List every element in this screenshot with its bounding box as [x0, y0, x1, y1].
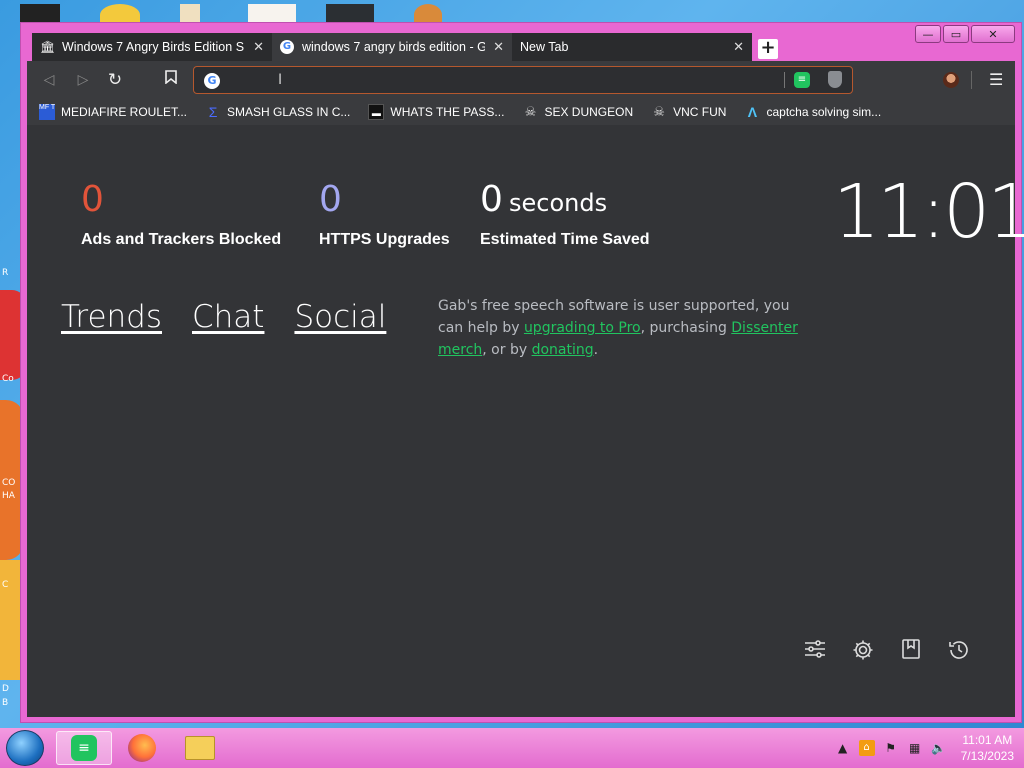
reload-icon[interactable]: ↻	[105, 70, 125, 90]
bank-icon: 🏛	[40, 40, 56, 54]
desktop-icon-label: HA	[2, 491, 15, 501]
desktop-icon-label: C	[2, 580, 9, 590]
sliders-icon[interactable]	[802, 639, 828, 665]
gear-icon[interactable]	[850, 639, 876, 665]
tray-clock[interactable]: 11:01 AM 7/13/2023	[961, 732, 1014, 764]
bookmark-label: VNC FUN	[673, 105, 727, 119]
time-saved-label: Estimated Time Saved	[480, 231, 650, 248]
bookmark-label: captcha solving sim...	[766, 105, 882, 119]
taskbar: ≡ ▲ ⌂ ⚑ ▦ 🔈 11:01 AM 7/13/2023	[0, 728, 1024, 768]
close-window-button[interactable]: ✕	[971, 25, 1015, 43]
tray-time: 11:01 AM	[962, 733, 1013, 747]
tab-strip: 🏛 Windows 7 Angry Birds Edition SP ✕ G w…	[32, 33, 752, 61]
text-cursor-icon: I	[278, 72, 283, 88]
https-upgrades-count: 0	[319, 179, 342, 220]
support-notice: Gab's free speech software is user suppo…	[438, 295, 798, 361]
skull-icon: ☠	[524, 104, 537, 119]
tab-close-icon[interactable]: ✕	[253, 40, 264, 55]
notice-text: , or by	[482, 342, 532, 358]
chat-link[interactable]: Chat	[192, 299, 264, 335]
toolbar: ◁ ▷ ↻ G I ≡ ☰	[27, 61, 1015, 99]
desktop-icon-label: Co	[2, 374, 14, 384]
trends-link[interactable]: Trends	[61, 299, 162, 335]
smash-icon: Σ	[208, 104, 218, 120]
ads-blocked-count: 0	[81, 179, 104, 220]
back-icon[interactable]: ◁	[39, 70, 59, 90]
https-upgrades-label: HTTPS Upgrades	[319, 231, 450, 248]
desktop-icon-label: R	[2, 268, 9, 278]
taskbar-firefox[interactable]	[114, 731, 170, 765]
time-saved-count: 0	[480, 179, 503, 220]
menu-icon[interactable]: ☰	[989, 70, 1003, 89]
shield-icon[interactable]	[828, 71, 842, 88]
tab-google-search[interactable]: G windows 7 angry birds edition - Go ✕	[272, 33, 512, 61]
volume-icon[interactable]: 🔈	[931, 740, 947, 756]
forward-icon[interactable]: ▷	[73, 70, 93, 90]
minimize-button[interactable]: —	[915, 25, 941, 43]
top-links: Trends Chat Social	[61, 299, 386, 335]
firefox-icon	[128, 734, 156, 762]
tab-title: windows 7 angry birds edition - Go	[302, 40, 486, 54]
bookmark-page-icon[interactable]	[161, 70, 181, 90]
bookmark-label: MEDIAFIRE ROULET...	[61, 105, 188, 119]
donate-link[interactable]: donating	[532, 342, 594, 358]
bookmark-captcha[interactable]: Λ captcha solving sim...	[744, 104, 881, 120]
taskbar-dissenter[interactable]: ≡	[56, 731, 112, 765]
notice-text: , purchasing	[640, 320, 732, 336]
window-controls: — ▭ ✕	[915, 25, 1015, 43]
bookmark-dungeon[interactable]: ☠ SEX DUNGEON	[522, 104, 634, 120]
mediafire-icon: MF T	[39, 104, 55, 120]
clock: 11:01	[833, 169, 1024, 255]
bookmark-mediafire[interactable]: MF T MEDIAFIRE ROULET...	[39, 104, 187, 120]
tray-expand-icon[interactable]: ▲	[835, 740, 851, 756]
bookmark-smash-glass[interactable]: Σ SMASH GLASS IN C...	[205, 104, 351, 120]
bookmark-label: SMASH GLASS IN C...	[227, 105, 351, 119]
tray-app-icon[interactable]: ⌂	[858, 740, 875, 756]
tab-title: New Tab	[520, 40, 569, 54]
network-icon[interactable]: ▦	[907, 740, 923, 756]
flag-icon[interactable]: ⚑	[883, 740, 899, 756]
taskbar-explorer[interactable]	[172, 731, 228, 765]
password-icon: ▬	[368, 104, 385, 120]
tab-new-tab[interactable]: New Tab ✕	[512, 33, 752, 61]
new-tab-page: 0 Ads and Trackers Blocked 0 HTTPS Upgra…	[27, 125, 1024, 717]
bookmark-label: WHATS THE PASS...	[390, 105, 505, 119]
google-icon: G	[280, 40, 294, 54]
bookmark-label: SEX DUNGEON	[544, 105, 634, 119]
browser-window: — ▭ ✕ 🏛 Windows 7 Angry Birds Edition SP…	[20, 22, 1024, 723]
new-tab-button[interactable]: +	[758, 39, 778, 59]
dissenter-icon: ≡	[71, 735, 97, 761]
page-footer-controls	[802, 639, 972, 665]
profile-avatar[interactable]	[943, 72, 959, 88]
captcha-icon: Λ	[747, 104, 758, 120]
desktop-icon-label: D	[2, 684, 9, 694]
bookmarks-icon[interactable]	[898, 639, 924, 665]
tab-angry-birds[interactable]: 🏛 Windows 7 Angry Birds Edition SP ✕	[32, 33, 272, 61]
dissenter-extension-icon[interactable]: ≡	[794, 72, 810, 88]
notice-text: .	[593, 342, 599, 358]
divider	[784, 72, 785, 88]
start-button[interactable]	[6, 730, 44, 766]
tab-close-icon[interactable]: ✕	[733, 40, 744, 55]
desktop-icon-label: B	[2, 698, 9, 708]
ads-blocked-label: Ads and Trackers Blocked	[81, 231, 282, 248]
divider	[971, 71, 972, 89]
maximize-button[interactable]: ▭	[943, 25, 969, 43]
social-link[interactable]: Social	[294, 299, 386, 335]
system-tray: ▲ ⌂ ⚑ ▦ 🔈 11:01 AM 7/13/2023	[835, 732, 1014, 764]
bookmark-vnc-fun[interactable]: ☠ VNC FUN	[651, 104, 726, 120]
tray-date: 7/13/2023	[960, 749, 1014, 763]
time-saved-unit: seconds	[509, 189, 608, 217]
address-bar[interactable]: G I ≡	[193, 66, 853, 94]
history-icon[interactable]	[946, 639, 972, 665]
bookmark-whats-the-pass[interactable]: ▬ WHATS THE PASS...	[368, 104, 504, 120]
upgrade-pro-link[interactable]: upgrading to Pro	[524, 320, 641, 336]
tab-title: Windows 7 Angry Birds Edition SP	[62, 40, 246, 54]
tab-close-icon[interactable]: ✕	[493, 40, 504, 55]
desktop-icon-label: CO	[2, 478, 16, 488]
bookmarks-bar: MF T MEDIAFIRE ROULET... Σ SMASH GLASS I…	[27, 99, 1015, 125]
skull-icon: ☠	[653, 104, 665, 119]
google-icon: G	[204, 73, 220, 89]
folder-icon	[185, 736, 215, 760]
